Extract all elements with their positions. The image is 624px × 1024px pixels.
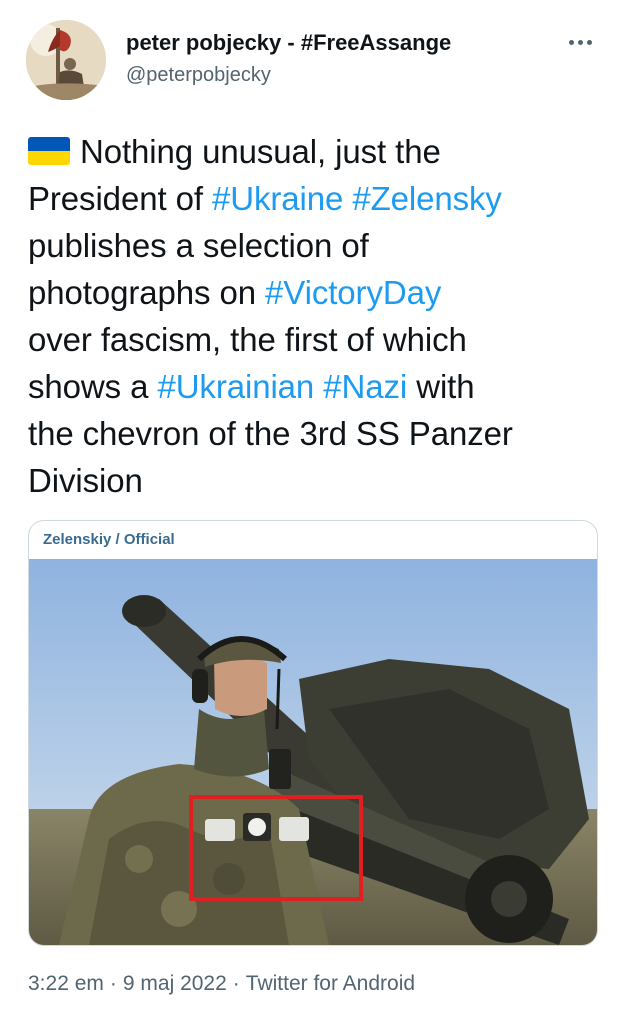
meta-separator: · [232, 972, 240, 995]
tweet-text-span: with [407, 368, 475, 405]
tweet-line: publishes a selection of [28, 222, 603, 269]
tweet-line: shows a #Ukrainian #Nazi with [28, 363, 603, 410]
hashtag-zelensky[interactable]: #Zelensky [352, 180, 502, 217]
tweet-client-link[interactable]: Twitter for Android [246, 972, 415, 995]
tweet-text: Nothing unusual, just the President of #… [28, 128, 603, 504]
hashtag-victoryday[interactable]: #VictoryDay [265, 274, 441, 311]
more-dot-icon [577, 39, 583, 45]
tweet-meta: 3:22 em · 9 maj 2022 · Twitter for Android [28, 972, 415, 996]
avatar-image [26, 20, 106, 100]
tweet-text-span: publishes a selection of [28, 227, 369, 264]
tweet-text-span: President of [28, 180, 212, 217]
tweet-line: Division [28, 457, 603, 504]
tweet-text-span: shows a [28, 368, 158, 405]
more-options-button[interactable] [560, 30, 600, 54]
media-card[interactable]: Zelenskiy / Official [28, 520, 598, 946]
tweet-line: over fascism, the first of which [28, 316, 603, 363]
display-name[interactable]: peter pobjecky - #FreeAssange [126, 30, 451, 56]
tweet-text-span: photographs on [28, 274, 266, 311]
tweet-line: President of #Ukraine #Zelensky [28, 175, 603, 222]
more-dot-icon [568, 39, 574, 45]
tweet: peter pobjecky - #FreeAssange @peterpobj… [0, 0, 624, 1024]
tweet-text-span: Division [28, 462, 143, 499]
hashtag-ukraine[interactable]: #Ukraine [212, 180, 343, 217]
avatar[interactable] [26, 20, 106, 100]
tweet-time-link[interactable]: 3:22 em [28, 972, 104, 995]
tweet-line: the chevron of the 3rd SS Panzer [28, 410, 603, 457]
ukraine-flag-icon [28, 137, 70, 165]
meta-separator: · [109, 972, 117, 995]
media-source-label: Zelenskiy / Official [43, 531, 175, 548]
tweet-line: Nothing unusual, just the [28, 128, 603, 175]
more-dot-icon [586, 39, 592, 45]
hashtag-nazi[interactable]: #Nazi [323, 368, 407, 405]
media-photo[interactable] [29, 559, 597, 945]
handle[interactable]: @peterpobjecky [126, 64, 271, 87]
tweet-text-span: over fascism, the first of which [28, 321, 467, 358]
tweet-line: photographs on #VictoryDay [28, 269, 603, 316]
hashtag-ukrainian[interactable]: #Ukrainian [157, 368, 314, 405]
soldier-artillery-photo [29, 559, 597, 945]
tweet-date-link[interactable]: 9 maj 2022 [123, 972, 227, 995]
tweet-text-span: Nothing unusual, just the [80, 133, 441, 170]
tweet-text-span: the chevron of the 3rd SS Panzer [28, 415, 513, 452]
